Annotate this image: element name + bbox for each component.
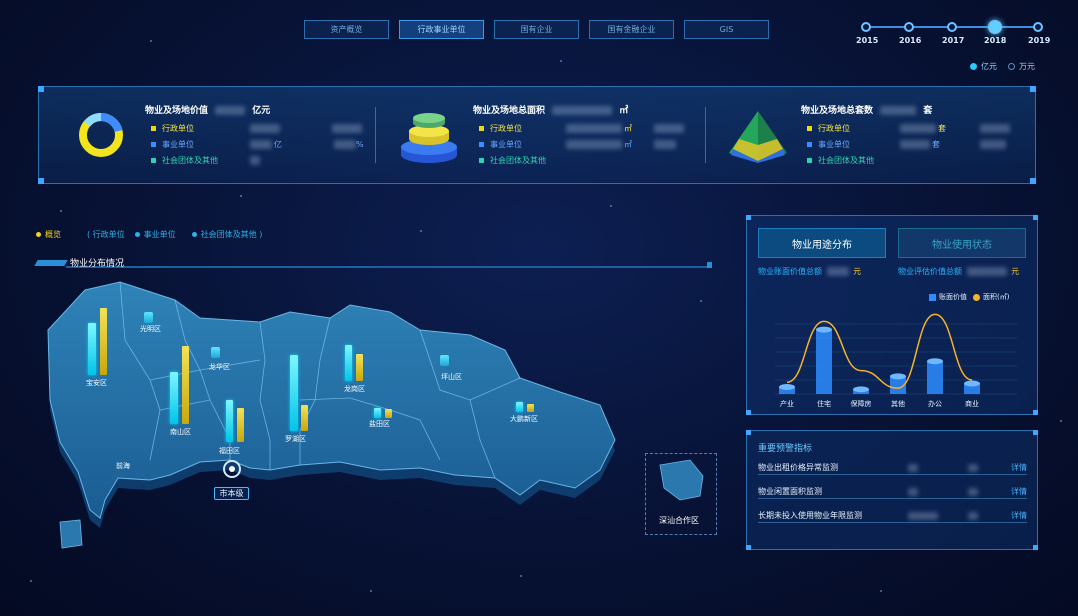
legend-book-value: 账面价值 (929, 292, 967, 302)
sub-unit: 元 (1011, 267, 1020, 276)
region-label-guangming: 光明区 (140, 325, 161, 333)
bar-baoan-cyan (88, 323, 96, 375)
redacted-value (826, 267, 849, 276)
pin-longhua (211, 347, 220, 358)
redacted-value (968, 487, 978, 496)
panel-corner (746, 545, 751, 550)
redacted-value (908, 511, 938, 520)
warning-row[interactable]: 物业出租价格异常监测 详情 (758, 461, 1027, 475)
chart-x-tick: 商业 (965, 399, 979, 408)
island (59, 519, 83, 549)
redacted-value (908, 463, 918, 472)
region-label-nanshan: 南山区 (170, 428, 191, 436)
legend-label: 面积(㎡) (983, 293, 1010, 301)
bar-dapeng-cyan (516, 402, 523, 412)
region-label-yantian: 盐田区 (369, 420, 390, 428)
legend-label: 账面价值 (939, 293, 967, 301)
panel-corner (1033, 215, 1038, 220)
bar-luohu-cyan (290, 355, 298, 431)
chart-area-line (786, 313, 973, 389)
bar-nanshan-yellow (182, 346, 189, 424)
pin-pingshan (440, 355, 449, 366)
chart-bar-top (816, 326, 832, 333)
sub-label: 物业评估价值总额 (898, 267, 962, 276)
panel-corner (746, 430, 751, 435)
warning-title: 重要预警指标 (758, 444, 813, 454)
legend-swatch (929, 293, 936, 301)
chart-x-tick: 办公 (928, 399, 942, 408)
bar-yantian-yellow (385, 409, 392, 418)
chart-bar (816, 329, 832, 394)
details-link[interactable]: 详情 (1011, 486, 1027, 497)
usage-chart: 产业 住宅 保障房 其他 办公 商业 (775, 313, 1017, 408)
redacted-value (968, 463, 978, 472)
pin-guangming (144, 312, 153, 323)
details-link[interactable]: 详情 (1011, 462, 1027, 473)
chart-bar-top (964, 380, 980, 387)
inset-label: 深汕合作区 (659, 516, 699, 525)
chart-bar-top (779, 383, 795, 390)
tab-usage-distribution[interactable]: 物业用途分布 (758, 228, 886, 258)
warning-row[interactable]: 物业闲置面积监测 详情 (758, 485, 1027, 499)
redacted-value (966, 267, 1007, 276)
chart-x-tick: 保障房 (851, 399, 872, 408)
warning-label: 长期未投入使用物业年限监测 (758, 511, 862, 520)
bar-dapeng-yellow (527, 404, 534, 412)
bar-nanshan-cyan (170, 372, 178, 424)
region-label-futian: 福田区 (219, 447, 240, 455)
chart-bar-top (927, 358, 943, 365)
legend-swatch (973, 293, 980, 301)
chart-x-tick: 其他 (891, 399, 905, 408)
region-label-longgang: 龙岗区 (344, 385, 365, 393)
region-label-baoan: 宝安区 (86, 379, 107, 387)
bar-luohu-yellow (301, 405, 308, 431)
region-label-longhua: 龙华区 (209, 363, 230, 371)
bar-futian-cyan (226, 400, 233, 442)
redacted-value (968, 511, 978, 520)
city-level-marker-icon[interactable] (223, 460, 241, 478)
chart-x-tick: 产业 (780, 399, 794, 408)
warning-panel: 重要预警指标 物业出租价格异常监测 详情 物业闲置面积监测 详情 长期未投入使用… (746, 430, 1038, 550)
legend-area: 面积(㎡) (973, 292, 1009, 302)
warning-label: 物业出租价格异常监测 (758, 463, 838, 472)
book-value-total: 物业账面价值总额 元 (758, 266, 861, 277)
region-label-qianhai: 前海 (116, 462, 130, 470)
bar-longgang-cyan (345, 345, 352, 381)
redacted-value (908, 487, 918, 496)
bar-longgang-yellow (356, 354, 363, 381)
panel-corner (1033, 430, 1038, 435)
details-link[interactable]: 详情 (1011, 510, 1027, 521)
region-label-luohu: 罗湖区 (285, 435, 306, 443)
sub-unit: 元 (853, 267, 862, 276)
bar-futian-yellow (237, 408, 244, 442)
warning-label: 物业闲置面积监测 (758, 487, 822, 496)
region-label-dapeng: 大鹏新区 (510, 415, 538, 423)
usage-panel: 物业用途分布 物业使用状态 物业账面价值总额 元 物业评估价值总额 元 账面价值… (746, 215, 1038, 415)
chart-x-tick: 住宅 (817, 399, 831, 408)
chart-bar-top (853, 386, 869, 393)
chart-bar (927, 361, 943, 394)
warning-row[interactable]: 长期未投入使用物业年限监测 详情 (758, 509, 1027, 523)
tab-usage-status[interactable]: 物业使用状态 (898, 228, 1026, 258)
chart-bar-top (890, 373, 906, 380)
bar-yantian-cyan (374, 408, 381, 418)
region-label-pingshan: 坪山区 (441, 373, 462, 381)
city-level-button[interactable]: 市本级 (214, 487, 249, 500)
sub-label: 物业账面价值总额 (758, 267, 822, 276)
appraised-value-total: 物业评估价值总额 元 (898, 266, 1019, 277)
bar-baoan-yellow (100, 308, 107, 375)
panel-corner (1033, 545, 1038, 550)
panel-corner (746, 215, 751, 220)
